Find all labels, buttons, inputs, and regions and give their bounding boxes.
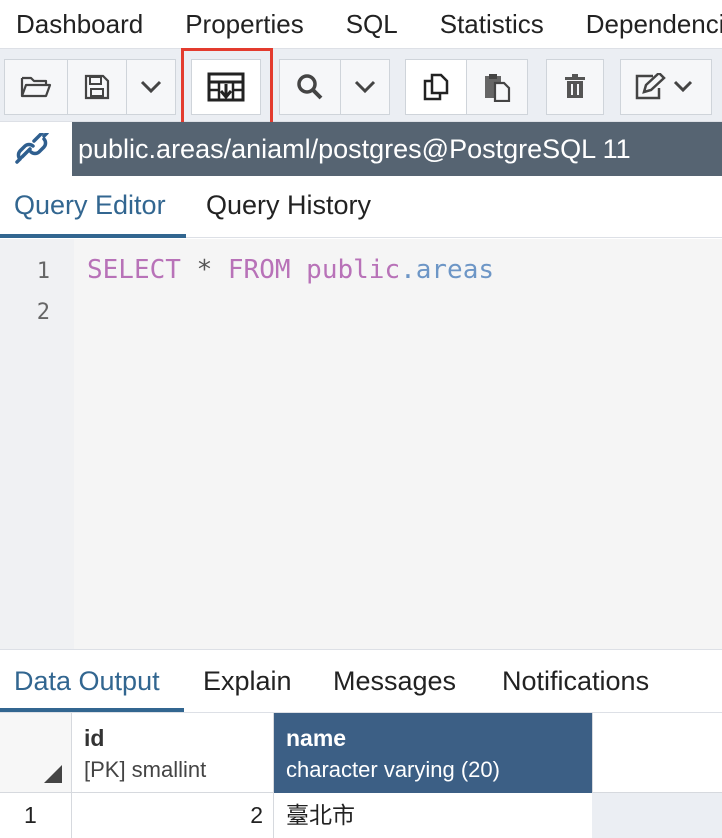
column-type: [PK] smallint <box>84 757 207 782</box>
line-number: 2 <box>36 300 50 325</box>
empty-header <box>592 713 722 793</box>
save-file-button[interactable] <box>67 59 127 115</box>
copy-icon <box>423 73 449 101</box>
edit-dropdown-button[interactable] <box>620 59 712 115</box>
tab-data-output[interactable]: Data Output <box>14 666 160 697</box>
tab-query-history[interactable]: Query History <box>206 190 371 221</box>
floppy-icon <box>84 74 110 100</box>
connection-label[interactable]: public.areas/aniaml/postgres@PostgreSQL … <box>72 122 722 176</box>
column-title: name <box>286 725 347 751</box>
result-grid: id [PK] smallint name character varying … <box>0 713 722 838</box>
output-tabs: Data Output Explain Messages Notificatio… <box>0 649 722 713</box>
tab-statistics[interactable]: Statistics <box>440 9 544 40</box>
trash-icon <box>565 74 585 98</box>
paste-icon <box>485 74 511 102</box>
tab-properties[interactable]: Properties <box>185 9 304 40</box>
keyword-from: FROM <box>227 255 291 285</box>
find-dropdown-button[interactable] <box>340 59 390 115</box>
tab-dashboard[interactable]: Dashboard <box>16 9 143 40</box>
chevron-down-icon <box>140 80 162 94</box>
cell-name[interactable]: 臺北市 <box>274 793 592 838</box>
tab-messages[interactable]: Messages <box>333 666 456 697</box>
paste-button[interactable] <box>466 59 528 115</box>
line-number: 1 <box>36 259 50 284</box>
find-button[interactable] <box>279 59 341 115</box>
empty-cell <box>592 793 722 838</box>
sql-editor[interactable]: 1 2 SELECT * FROM public.areas <box>0 239 722 649</box>
cell-id[interactable]: 2 <box>72 793 274 838</box>
keyword-select: SELECT <box>87 255 181 285</box>
column-header-id[interactable]: id [PK] smallint <box>72 713 274 793</box>
column-type: character varying (20) <box>286 757 500 782</box>
tab-query-editor[interactable]: Query Editor <box>14 190 166 221</box>
column-header-name[interactable]: name character varying (20) <box>274 713 592 793</box>
panel-tabs: Dashboard Properties SQL Statistics Depe… <box>0 0 722 48</box>
chevron-down-icon <box>354 80 376 94</box>
save-dropdown-button[interactable] <box>126 59 176 115</box>
delete-button[interactable] <box>546 59 604 115</box>
column-title: id <box>84 725 105 751</box>
copy-button[interactable] <box>405 59 467 115</box>
connection-link-icon[interactable] <box>14 133 50 165</box>
select-all-corner[interactable] <box>0 713 72 793</box>
corner-triangle-icon <box>44 765 62 783</box>
line-gutter: 1 2 <box>0 239 74 649</box>
highlight-box <box>181 48 273 128</box>
connection-row: public.areas/aniaml/postgres@PostgreSQL … <box>0 122 722 176</box>
tab-sql[interactable]: SQL <box>346 9 398 40</box>
edit-icon <box>635 73 693 100</box>
tab-explain[interactable]: Explain <box>203 666 292 697</box>
editor-tabs: Query Editor Query History <box>0 176 722 238</box>
search-icon <box>297 74 323 100</box>
tab-notifications[interactable]: Notifications <box>502 666 649 697</box>
star-token: * <box>180 255 228 285</box>
tab-dependencies[interactable]: Dependencies <box>586 9 722 40</box>
open-file-button[interactable] <box>4 59 68 115</box>
active-tab-indicator <box>0 234 186 238</box>
active-output-tab-indicator <box>0 708 184 712</box>
query-toolbar <box>0 48 722 122</box>
row-number[interactable]: 1 <box>0 793 72 838</box>
sql-code-line: SELECT * FROM public.areas <box>87 255 494 285</box>
folder-open-icon <box>20 76 52 98</box>
table-token: .areas <box>400 255 495 285</box>
schema-token: public <box>306 255 401 285</box>
